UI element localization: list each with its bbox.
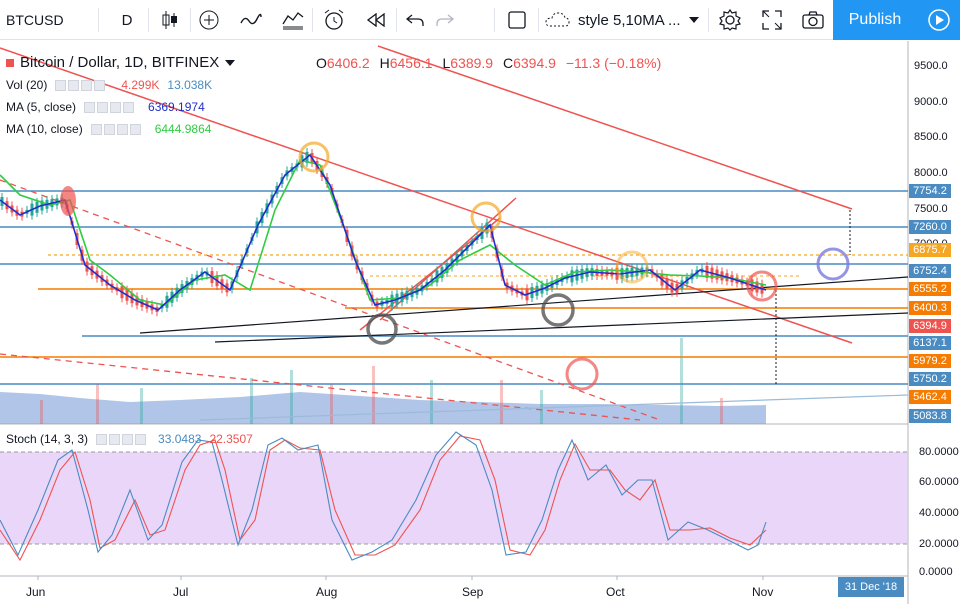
more-icon[interactable] xyxy=(94,79,106,91)
indicator-controls[interactable] xyxy=(90,123,141,135)
volume-indicator-name: Vol (20) xyxy=(6,78,48,92)
price-level-label: 7260.0 xyxy=(909,220,951,234)
gear-icon[interactable] xyxy=(97,101,109,113)
ma10-line[interactable] xyxy=(0,159,767,306)
gear-icon[interactable] xyxy=(109,433,121,445)
chevron-down-icon[interactable] xyxy=(225,59,236,66)
eye-icon[interactable] xyxy=(55,79,67,91)
date-badge: 31 Dec '18 xyxy=(838,577,904,597)
stoch-k-value: 33.0483 xyxy=(158,432,202,446)
ma10-indicator-name: MA (10, close) xyxy=(6,122,83,136)
more-icon[interactable] xyxy=(129,123,141,135)
eye-icon[interactable] xyxy=(84,101,96,113)
volume-ma-value: 13.038K xyxy=(167,78,213,92)
price-tick-label: 8500.0 xyxy=(914,131,948,143)
indicator-controls[interactable] xyxy=(96,433,147,445)
time-tick-label: Jun xyxy=(26,585,46,599)
stoch-tick-label: 40.0000 xyxy=(919,507,959,519)
high-value: 6456.1 xyxy=(389,55,433,71)
more-icon[interactable] xyxy=(123,101,135,113)
open-label: O xyxy=(316,55,327,71)
stoch-indicator-name: Stoch (14, 3, 3) xyxy=(6,432,89,446)
price-level-label: 5083.8 xyxy=(909,409,951,423)
ma5-value: 6369.1974 xyxy=(148,100,205,114)
time-tick-label: Aug xyxy=(316,585,338,599)
stoch-band xyxy=(0,452,908,544)
price-level-label: 7754.2 xyxy=(909,184,951,198)
gear-icon[interactable] xyxy=(103,123,115,135)
price-level-label: 6137.1 xyxy=(909,336,951,350)
eye-icon[interactable] xyxy=(90,123,102,135)
stoch-tick-label: 60.0000 xyxy=(919,476,959,488)
time-axis-ticks xyxy=(37,576,764,580)
more-icon[interactable] xyxy=(135,433,147,445)
stoch-tick-label: 20.0000 xyxy=(919,538,959,550)
volume-ma-area xyxy=(0,392,766,424)
price-tick-label: 9000.0 xyxy=(914,96,948,108)
time-tick-label: Jul xyxy=(173,585,189,599)
close-icon[interactable] xyxy=(116,123,128,135)
chart-title: Bitcoin / Dollar, 1D, BITFINEX xyxy=(20,54,220,71)
close-icon[interactable] xyxy=(81,79,93,91)
time-tick-label: Oct xyxy=(606,585,625,599)
chart-title-row: Bitcoin / Dollar, 1D, BITFINEX xyxy=(6,54,236,71)
stoch-tick-label: 0.0000 xyxy=(919,566,953,578)
indicator-controls[interactable] xyxy=(55,79,106,91)
ohlc-values: O6406.2 H6456.1 L6389.9 C6394.9 −11.3 (−… xyxy=(316,55,667,71)
legend-stoch[interactable]: Stoch (14, 3, 3) 33.0483 22.3507 xyxy=(6,432,253,446)
stoch-tick-label: 80.0000 xyxy=(919,446,959,458)
legend-ma5[interactable]: MA (5, close) 6369.1974 xyxy=(6,100,205,114)
price-level-label: 5462.4 xyxy=(909,390,951,404)
volume-value: 4.299K xyxy=(121,78,160,92)
legend-ma10[interactable]: MA (10, close) 6444.9864 xyxy=(6,122,211,136)
price-level-label: 6394.9 xyxy=(909,319,951,333)
eye-icon[interactable] xyxy=(96,433,108,445)
low-value: 6389.9 xyxy=(450,55,494,71)
ma5-indicator-name: MA (5, close) xyxy=(6,100,77,114)
price-level-label: 6752.4 xyxy=(909,264,951,278)
legend-volume[interactable]: Vol (20) 4.299K 13.038K xyxy=(6,78,212,92)
close-icon[interactable] xyxy=(122,433,134,445)
time-tick-label: Sep xyxy=(462,585,484,599)
stoch-d-value: 22.3507 xyxy=(209,432,253,446)
time-tick-label: Nov xyxy=(752,585,774,599)
price-level-label: 6400.3 xyxy=(909,301,951,315)
candlesticks[interactable] xyxy=(0,147,764,317)
ma5-line[interactable] xyxy=(0,153,767,311)
high-label: H xyxy=(379,55,390,71)
close-label: C xyxy=(502,55,514,71)
price-level-label: 5750.2 xyxy=(909,372,951,386)
price-level-label: 6555.2 xyxy=(909,282,951,296)
gear-icon[interactable] xyxy=(68,79,80,91)
price-tick-label: 8000.0 xyxy=(914,167,948,179)
close-value: 6394.9 xyxy=(513,55,556,71)
price-level-label: 6875.7 xyxy=(909,243,951,257)
close-icon[interactable] xyxy=(110,101,122,113)
open-value: 6406.2 xyxy=(326,55,370,71)
symbol-dot xyxy=(6,58,14,67)
price-tick-label: 7500.0 xyxy=(914,203,948,215)
ma10-value: 6444.9864 xyxy=(154,122,212,136)
price-tick-label: 9500.0 xyxy=(914,60,948,72)
price-level-label: 5979.2 xyxy=(909,354,951,368)
change-value: −11.3 (−0.18%) xyxy=(565,55,662,71)
indicator-controls[interactable] xyxy=(84,101,135,113)
